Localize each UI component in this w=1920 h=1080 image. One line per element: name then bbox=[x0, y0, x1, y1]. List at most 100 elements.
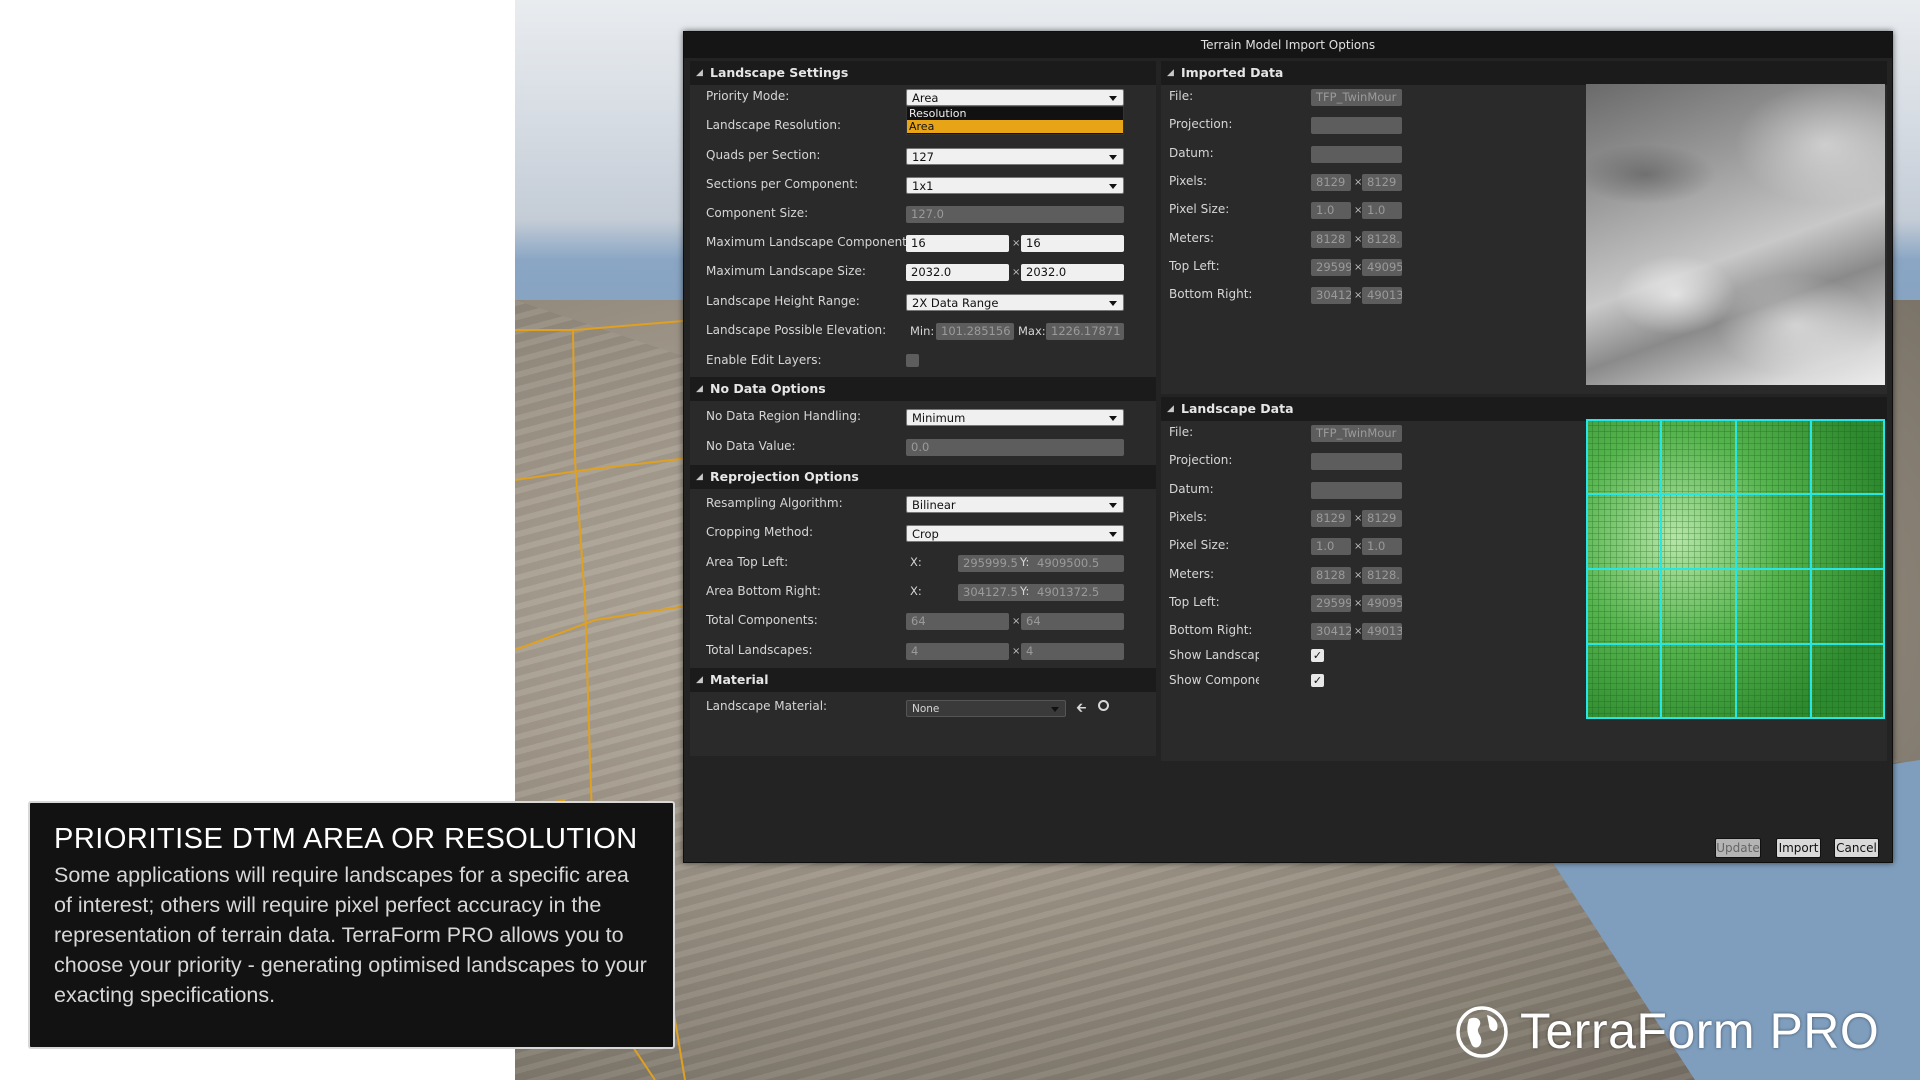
sections-per-component-label: Sections per Component: bbox=[706, 177, 859, 191]
caption-body: Some applications will require landscape… bbox=[54, 863, 647, 1007]
area-top-left-x-label: X: bbox=[910, 555, 922, 569]
section-no-data-options[interactable]: No Data Options bbox=[690, 377, 1156, 401]
no-data-value-field: 0.0 bbox=[906, 439, 1124, 456]
landscape-data-row-value-a: 8129 bbox=[1311, 509, 1351, 527]
landscape-data-row-value-a: 29599 bbox=[1311, 594, 1351, 612]
section-landscape-data[interactable]: Landscape Data bbox=[1161, 397, 1887, 421]
quads-per-section-label: Quads per Section: bbox=[706, 148, 821, 162]
imported-data-row-label: Bottom Right: bbox=[1169, 287, 1253, 302]
landscape-material-picker[interactable]: None bbox=[906, 700, 1066, 717]
landscape-data-row-value-b: 49095 bbox=[1362, 594, 1402, 612]
imported-data-row-label: Pixel Size: bbox=[1169, 202, 1230, 217]
priority-mode-value: Area bbox=[912, 91, 939, 105]
resampling-value: Bilinear bbox=[912, 498, 956, 512]
show-components-checkbox[interactable]: ✓ bbox=[1311, 674, 1324, 687]
priority-mode-menu: Resolution Area bbox=[906, 106, 1124, 135]
enable-edit-layers-label: Enable Edit Layers: bbox=[706, 353, 822, 367]
elevation-min-field: 101.285156 bbox=[936, 323, 1014, 340]
terrain-import-dialog: Terrain Model Import Options Landscape S… bbox=[683, 31, 1893, 863]
landscape-data-row-value-a: 8128 bbox=[1311, 566, 1351, 584]
section-material[interactable]: Material bbox=[690, 668, 1156, 692]
component-size-label: Component Size: bbox=[706, 206, 809, 220]
browse-asset-icon[interactable] bbox=[1098, 700, 1109, 711]
globe-icon bbox=[1456, 1006, 1508, 1058]
max-components-y-field[interactable]: 16 bbox=[1021, 235, 1124, 252]
area-top-left-y-label: Y: bbox=[1020, 555, 1030, 569]
show-landscapes-checkbox[interactable]: ✓ bbox=[1311, 649, 1324, 662]
landscape-data-row-value-b: 8129 bbox=[1362, 509, 1402, 527]
possible-elevation-label: Landscape Possible Elevation: bbox=[706, 323, 887, 337]
landscape-resolution-label: Landscape Resolution: bbox=[706, 118, 842, 132]
brand-name: TerraForm PRO bbox=[1520, 1003, 1880, 1059]
landscape-data-row-label: Pixel Size: bbox=[1169, 538, 1230, 553]
imported-data-row-value bbox=[1311, 117, 1402, 135]
no-data-handling-value: Minimum bbox=[912, 411, 966, 425]
feature-caption-card: PRIORITISE DTM AREA OR RESOLUTION Some a… bbox=[28, 801, 675, 1049]
imported-data-row-value-b: 8128. bbox=[1362, 230, 1402, 248]
import-button[interactable]: Import bbox=[1776, 838, 1821, 858]
component-size-field: 127.0 bbox=[906, 206, 1124, 223]
section-reprojection-options[interactable]: Reprojection Options bbox=[690, 465, 1156, 489]
imported-data-row-value-b: 49095 bbox=[1362, 258, 1402, 276]
max-components-x-field[interactable]: 16 bbox=[906, 235, 1009, 252]
landscape-data-row-label: Pixels: bbox=[1169, 509, 1208, 524]
elevation-min-label: Min: bbox=[910, 324, 935, 338]
landscape-data-row-label: Meters: bbox=[1169, 566, 1215, 581]
resampling-label: Resampling Algorithm: bbox=[706, 496, 843, 510]
section-landscape-settings[interactable]: Landscape Settings bbox=[690, 61, 1156, 85]
imported-data-row-label: Datum: bbox=[1169, 145, 1214, 160]
quads-per-section-dropdown[interactable]: 127 bbox=[906, 148, 1124, 165]
cancel-button[interactable]: Cancel bbox=[1834, 838, 1879, 858]
landscape-data-row-value-b: 1.0 bbox=[1362, 538, 1402, 556]
area-bottom-right-x-label: X: bbox=[910, 584, 922, 598]
landscape-data-row-value: TFP_TwinMour bbox=[1311, 425, 1402, 442]
dialog-title: Terrain Model Import Options bbox=[684, 32, 1892, 58]
no-data-value-label: No Data Value: bbox=[706, 439, 796, 453]
priority-option-area[interactable]: Area bbox=[907, 120, 1123, 133]
enable-edit-layers-checkbox[interactable] bbox=[906, 354, 919, 367]
landscape-data-row-label: Datum: bbox=[1169, 481, 1214, 496]
total-components-y-field: 64 bbox=[1021, 613, 1124, 630]
total-landscapes-label: Total Landscapes: bbox=[706, 643, 813, 657]
imported-data-row-value bbox=[1311, 145, 1402, 163]
update-button[interactable]: Update bbox=[1715, 838, 1761, 858]
height-range-dropdown[interactable]: 2X Data Range bbox=[906, 294, 1124, 311]
total-landscapes-y-field: 4 bbox=[1021, 643, 1124, 660]
no-data-handling-dropdown[interactable]: Minimum bbox=[906, 409, 1124, 426]
max-size-x-field[interactable]: 2032.0 bbox=[906, 264, 1009, 281]
priority-mode-dropdown[interactable]: Area bbox=[906, 89, 1124, 106]
landscape-material-value: None bbox=[912, 703, 940, 715]
sections-per-component-dropdown[interactable]: 1x1 bbox=[906, 177, 1124, 194]
imported-data-row-value-a: 8128 bbox=[1311, 230, 1351, 248]
imported-data-row-label: Projection: bbox=[1169, 117, 1233, 132]
area-bottom-right-y-label: Y: bbox=[1020, 584, 1030, 598]
height-range-value: 2X Data Range bbox=[912, 296, 999, 310]
landscape-material-label: Landscape Material: bbox=[706, 699, 828, 713]
brand-logo: TerraForm PRO bbox=[1455, 1000, 1895, 1062]
landscape-data-row-value-a: 1.0 bbox=[1311, 538, 1351, 556]
section-imported-data[interactable]: Imported Data bbox=[1161, 61, 1887, 85]
priority-option-resolution[interactable]: Resolution bbox=[907, 107, 1123, 120]
x-separator: × bbox=[1012, 646, 1021, 657]
max-size-label: Maximum Landscape Size: bbox=[706, 264, 866, 278]
imported-data-row-value-a: 1.0 bbox=[1311, 202, 1351, 220]
imported-data-row-label: Top Left: bbox=[1169, 258, 1220, 273]
landscape-data-row-value-b: 49013 bbox=[1362, 623, 1402, 641]
landscape-data-row-label: Bottom Right: bbox=[1169, 623, 1253, 638]
height-range-label: Landscape Height Range: bbox=[706, 294, 860, 308]
max-size-y-field[interactable]: 2032.0 bbox=[1021, 264, 1124, 281]
landscape-data-row-label: Projection: bbox=[1169, 453, 1233, 468]
area-bottom-right-y-field: 4901372.5 bbox=[1032, 584, 1124, 601]
no-data-handling-label: No Data Region Handling: bbox=[706, 409, 862, 423]
resampling-dropdown[interactable]: Bilinear bbox=[906, 496, 1124, 513]
cropping-label: Cropping Method: bbox=[706, 525, 814, 539]
landscape-data-row-label: File: bbox=[1169, 425, 1194, 439]
imported-data-row-value-b: 1.0 bbox=[1362, 202, 1402, 220]
use-selected-asset-icon[interactable]: 🡰 bbox=[1076, 699, 1087, 721]
x-separator: × bbox=[1012, 616, 1021, 627]
area-top-left-y-field: 4909500.5 bbox=[1032, 555, 1124, 572]
imported-data-row-label: File: bbox=[1169, 89, 1194, 103]
total-landscapes-x-field: 4 bbox=[906, 643, 1009, 660]
landscape-data-row-value bbox=[1311, 453, 1402, 471]
cropping-dropdown[interactable]: Crop bbox=[906, 525, 1124, 542]
